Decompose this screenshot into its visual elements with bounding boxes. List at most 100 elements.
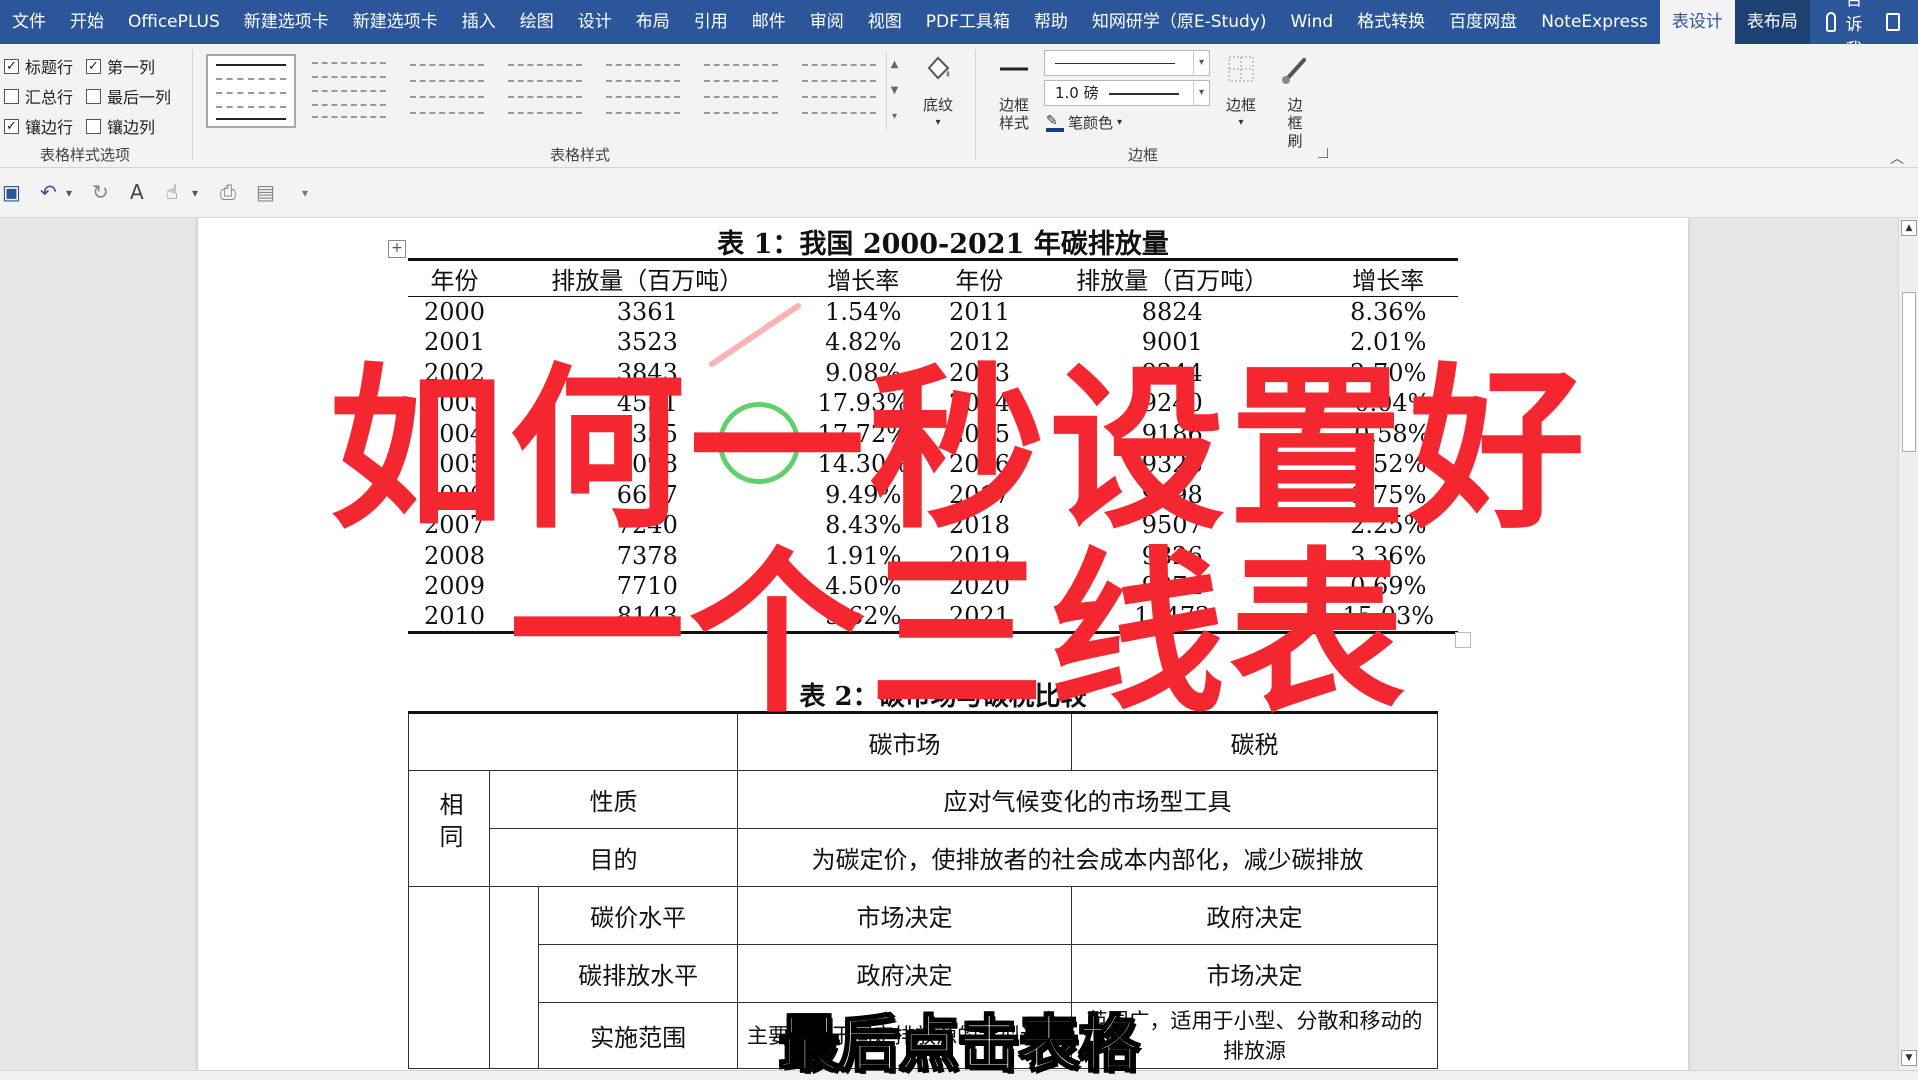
format-painter-icon[interactable]: ▤ — [256, 180, 275, 204]
divider — [192, 50, 193, 160]
chevron-down-icon: ▾ — [935, 117, 941, 128]
table-header: 排放量（百万吨） — [551, 267, 744, 295]
tab-mailings[interactable]: 邮件 — [740, 0, 798, 44]
scroll-up-icon[interactable]: ▲ — [1901, 220, 1917, 236]
line-weight-dropdown[interactable]: 1.0 磅 ▾ — [1044, 80, 1210, 106]
tab-table-layout[interactable]: 表布局 — [1734, 0, 1810, 44]
last-column-option[interactable]: 最后一列 — [86, 84, 171, 108]
table-cell: 性质 — [489, 770, 738, 829]
table-style-options-group-label: 表格样式选项 — [40, 146, 131, 164]
collapse-ribbon-icon[interactable]: ︿ — [1890, 148, 1904, 168]
table-cell: 1.54% — [825, 298, 902, 326]
pen-color-button[interactable]: ✎ 笔颜色 ▾ — [1046, 112, 1122, 133]
tab-review[interactable]: 审阅 — [798, 0, 856, 44]
header-row-checkbox[interactable]: ✓ — [4, 58, 19, 74]
chevron-down-icon: ▾ — [1193, 81, 1209, 105]
table-cell: 碳价水平 — [538, 886, 738, 945]
banded-columns-checkbox[interactable] — [86, 118, 101, 134]
table-cell: 市场决定 — [736, 886, 1073, 945]
table-style-4[interactable] — [500, 54, 590, 128]
shading-button[interactable]: 底纹 ▾ — [914, 52, 962, 132]
tab-cnki[interactable]: 知网研学（原E-Study) — [1080, 0, 1279, 44]
print-preview-icon[interactable]: ⎙ — [220, 180, 236, 204]
tab-baidu-pan[interactable]: 百度网盘 — [1437, 0, 1529, 44]
tab-table-design[interactable]: 表设计 — [1659, 0, 1735, 44]
tab-file[interactable]: 文件 — [0, 0, 58, 44]
shading-label: 底纹 — [922, 96, 953, 114]
table-style-grid[interactable] — [304, 54, 394, 128]
tab-new-2[interactable]: 新建选项卡 — [341, 0, 450, 44]
table-row: 相同 性质 应对气候变化的市场型工具 — [408, 770, 1439, 887]
table-header: 增长率 — [827, 267, 900, 295]
table-header: 增长率 — [1352, 267, 1425, 295]
gallery-scroll[interactable]: ▲ ▼ ▾ — [886, 52, 902, 130]
line-style-preview — [1055, 63, 1175, 64]
first-column-checkbox[interactable]: ✓ — [86, 58, 101, 74]
borders-button[interactable]: 边框 ▾ — [1218, 52, 1264, 132]
read-aloud-icon[interactable]: A — [130, 180, 144, 204]
borders-group-label: 边框 — [1128, 146, 1159, 164]
tab-format-convert[interactable]: 格式转换 — [1345, 0, 1437, 44]
table-style-5[interactable] — [598, 54, 688, 128]
pen-color-label: 笔颜色 — [1068, 114, 1114, 132]
table-header: 排放量（百万吨） — [1076, 267, 1269, 295]
overlay-title-line1: 如何一秒设置好 — [328, 348, 1589, 553]
tab-officeplus[interactable]: OfficePLUS — [116, 0, 232, 44]
table-row: 目的 为碳定价，使排放者的社会成本内部化，减少碳排放 — [409, 828, 1439, 887]
banded-rows-option[interactable]: ✓ 镶边行 — [4, 114, 73, 138]
tab-help[interactable]: 帮助 — [1022, 0, 1080, 44]
table-row: 碳排放水平 政府决定 市场决定 — [409, 944, 1438, 1003]
table-cell: 政府决定 — [736, 944, 1073, 1003]
table-cell: 市场决定 — [1071, 944, 1438, 1003]
borders-grid-icon — [1228, 56, 1254, 82]
chevron-down-icon[interactable]: ▾ — [192, 186, 198, 200]
table-cell: 8824 — [1141, 298, 1203, 326]
border-styles-button[interactable]: 边框样式 — [986, 52, 1042, 132]
table-style-6[interactable] — [696, 54, 786, 128]
banded-rows-label: 镶边行 — [25, 118, 74, 137]
tab-references[interactable]: 引用 — [682, 0, 740, 44]
tab-wind[interactable]: Wind — [1278, 0, 1345, 44]
video-subtitle: 最后点击表格 — [778, 1009, 1140, 1080]
chevron-down-icon: ▾ — [1193, 51, 1209, 75]
save-icon[interactable]: ▣ — [2, 180, 21, 204]
brush-icon — [1282, 58, 1306, 84]
table-style-3[interactable] — [402, 54, 492, 128]
dialog-launcher-icon[interactable] — [1318, 148, 1328, 158]
tab-design[interactable]: 设计 — [566, 0, 624, 44]
header-row-label: 标题行 — [25, 58, 74, 77]
tab-noteexpress[interactable]: NoteExpress — [1529, 0, 1660, 44]
tab-layout[interactable]: 布局 — [624, 0, 682, 44]
table-style-plain-selected[interactable] — [206, 54, 296, 128]
header-row-option[interactable]: ✓ 标题行 — [4, 54, 73, 78]
border-style-icon — [1000, 67, 1028, 71]
banded-columns-option[interactable]: 镶边列 — [86, 114, 155, 138]
tab-view[interactable]: 视图 — [856, 0, 914, 44]
tab-home[interactable]: 开始 — [58, 0, 116, 44]
customize-toolbar-icon[interactable]: ▾ — [302, 186, 308, 200]
redo-icon[interactable]: ↻ — [92, 180, 109, 204]
chevron-down-icon[interactable]: ▾ — [66, 186, 72, 200]
table-move-handle-icon[interactable]: + — [388, 240, 406, 258]
total-row-option[interactable]: 汇总行 — [4, 84, 73, 108]
banded-rows-checkbox[interactable]: ✓ — [4, 118, 19, 134]
last-column-checkbox[interactable] — [86, 88, 101, 104]
tab-draw[interactable]: 绘图 — [508, 0, 566, 44]
total-row-checkbox[interactable] — [4, 88, 19, 104]
line-weight-preview — [1109, 92, 1180, 95]
table-cell: 8.36% — [1350, 298, 1427, 326]
comment-icon[interactable] — [1885, 13, 1900, 31]
tab-pdf-tools[interactable]: PDF工具箱 — [914, 0, 1022, 44]
first-column-option[interactable]: ✓ 第一列 — [86, 54, 155, 78]
table-style-7[interactable] — [794, 54, 884, 128]
border-painter-button[interactable]: 边框刷 — [1272, 52, 1318, 150]
tab-insert[interactable]: 插入 — [450, 0, 508, 44]
first-column-label: 第一列 — [107, 58, 156, 77]
line-style-dropdown[interactable]: ▾ — [1044, 50, 1210, 76]
borders-label: 边框 — [1225, 96, 1256, 114]
table-cell: 目的 — [489, 828, 738, 887]
touch-mode-icon[interactable]: ☝ — [166, 180, 178, 204]
undo-icon[interactable]: ↶ — [40, 180, 57, 204]
ribbon-panel: ✓ 标题行 ✓ 第一列 汇总行 最后一列 ✓ 镶边行 镶边列 表格样式选项 ▲ … — [0, 44, 1918, 168]
tab-new-1[interactable]: 新建选项卡 — [232, 0, 341, 44]
